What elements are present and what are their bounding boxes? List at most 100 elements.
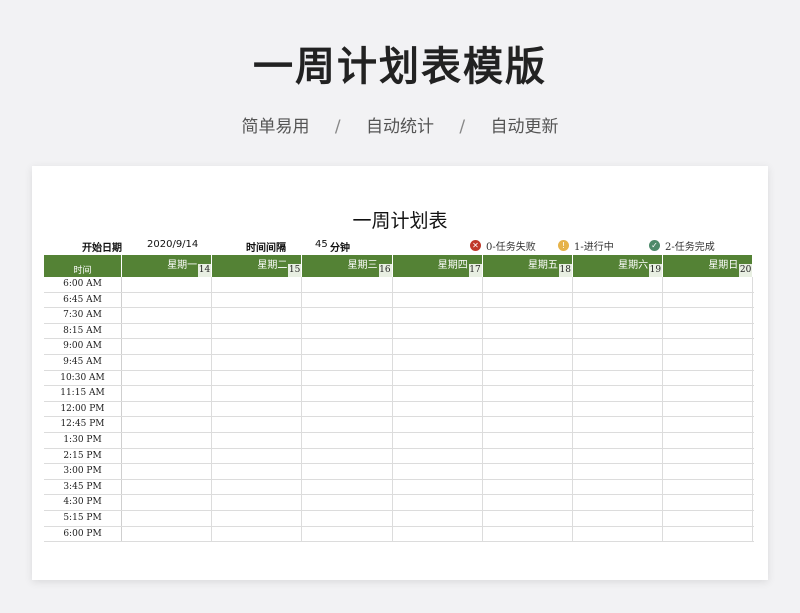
schedule-cell[interactable]: [393, 401, 483, 417]
schedule-cell[interactable]: [393, 526, 483, 542]
schedule-cell[interactable]: [302, 370, 393, 386]
schedule-cell[interactable]: [573, 479, 664, 495]
schedule-cell[interactable]: [302, 277, 393, 292]
schedule-cell[interactable]: [573, 448, 664, 464]
schedule-cell[interactable]: [122, 432, 213, 448]
schedule-cell[interactable]: [302, 510, 393, 526]
schedule-cell[interactable]: [212, 495, 303, 510]
schedule-cell[interactable]: [483, 448, 573, 464]
schedule-cell[interactable]: [483, 308, 573, 323]
schedule-cell[interactable]: [483, 277, 573, 292]
schedule-cell[interactable]: [663, 417, 754, 432]
start-date-value[interactable]: 2020/9/14: [147, 239, 198, 250]
schedule-cell[interactable]: [483, 417, 573, 432]
schedule-cell[interactable]: [302, 417, 393, 432]
schedule-cell[interactable]: [302, 292, 393, 308]
schedule-cell[interactable]: [483, 370, 573, 386]
schedule-cell[interactable]: [663, 495, 754, 510]
schedule-cell[interactable]: [212, 479, 303, 495]
schedule-cell[interactable]: [663, 479, 754, 495]
schedule-cell[interactable]: [483, 432, 573, 448]
schedule-cell[interactable]: [573, 495, 664, 510]
schedule-cell[interactable]: [212, 323, 303, 339]
interval-value[interactable]: 45: [315, 239, 328, 250]
schedule-cell[interactable]: [483, 526, 573, 542]
schedule-cell[interactable]: [573, 308, 664, 323]
schedule-cell[interactable]: [663, 386, 754, 401]
schedule-cell[interactable]: [122, 401, 213, 417]
schedule-cell[interactable]: [302, 323, 393, 339]
schedule-cell[interactable]: [302, 354, 393, 370]
schedule-cell[interactable]: [393, 417, 483, 432]
schedule-cell[interactable]: [483, 495, 573, 510]
schedule-cell[interactable]: [212, 308, 303, 323]
schedule-cell[interactable]: [212, 401, 303, 417]
schedule-cell[interactable]: [393, 386, 483, 401]
schedule-cell[interactable]: [483, 386, 573, 401]
schedule-cell[interactable]: [663, 448, 754, 464]
schedule-cell[interactable]: [393, 495, 483, 510]
schedule-cell[interactable]: [573, 401, 664, 417]
schedule-cell[interactable]: [302, 386, 393, 401]
schedule-cell[interactable]: [393, 292, 483, 308]
schedule-cell[interactable]: [122, 370, 213, 386]
schedule-cell[interactable]: [663, 354, 754, 370]
schedule-cell[interactable]: [573, 370, 664, 386]
schedule-cell[interactable]: [302, 401, 393, 417]
schedule-cell[interactable]: [122, 339, 213, 354]
schedule-cell[interactable]: [302, 464, 393, 479]
schedule-cell[interactable]: [212, 277, 303, 292]
schedule-cell[interactable]: [393, 479, 483, 495]
schedule-cell[interactable]: [573, 464, 664, 479]
schedule-cell[interactable]: [122, 510, 213, 526]
schedule-cell[interactable]: [212, 292, 303, 308]
schedule-cell[interactable]: [212, 432, 303, 448]
schedule-cell[interactable]: [122, 448, 213, 464]
schedule-cell[interactable]: [393, 510, 483, 526]
schedule-cell[interactable]: [302, 308, 393, 323]
schedule-cell[interactable]: [393, 448, 483, 464]
schedule-cell[interactable]: [663, 432, 754, 448]
schedule-cell[interactable]: [393, 308, 483, 323]
schedule-cell[interactable]: [212, 464, 303, 479]
schedule-cell[interactable]: [122, 308, 213, 323]
schedule-cell[interactable]: [212, 354, 303, 370]
schedule-cell[interactable]: [212, 526, 303, 542]
schedule-cell[interactable]: [302, 432, 393, 448]
schedule-cell[interactable]: [483, 479, 573, 495]
schedule-cell[interactable]: [122, 526, 213, 542]
schedule-cell[interactable]: [212, 386, 303, 401]
schedule-cell[interactable]: [663, 292, 754, 308]
schedule-cell[interactable]: [573, 510, 664, 526]
schedule-cell[interactable]: [212, 370, 303, 386]
schedule-cell[interactable]: [302, 495, 393, 510]
schedule-cell[interactable]: [212, 510, 303, 526]
schedule-cell[interactable]: [573, 386, 664, 401]
schedule-cell[interactable]: [302, 448, 393, 464]
schedule-cell[interactable]: [483, 354, 573, 370]
schedule-cell[interactable]: [122, 386, 213, 401]
schedule-cell[interactable]: [573, 354, 664, 370]
schedule-cell[interactable]: [483, 401, 573, 417]
schedule-cell[interactable]: [573, 526, 664, 542]
schedule-cell[interactable]: [122, 417, 213, 432]
schedule-cell[interactable]: [483, 339, 573, 354]
schedule-cell[interactable]: [122, 464, 213, 479]
schedule-cell[interactable]: [393, 339, 483, 354]
schedule-cell[interactable]: [393, 370, 483, 386]
schedule-cell[interactable]: [122, 479, 213, 495]
schedule-cell[interactable]: [573, 277, 664, 292]
schedule-cell[interactable]: [212, 448, 303, 464]
schedule-cell[interactable]: [663, 323, 754, 339]
schedule-cell[interactable]: [573, 432, 664, 448]
schedule-cell[interactable]: [212, 339, 303, 354]
schedule-cell[interactable]: [663, 510, 754, 526]
schedule-cell[interactable]: [663, 339, 754, 354]
schedule-cell[interactable]: [122, 323, 213, 339]
schedule-cell[interactable]: [663, 464, 754, 479]
schedule-cell[interactable]: [483, 323, 573, 339]
schedule-cell[interactable]: [302, 339, 393, 354]
schedule-cell[interactable]: [663, 401, 754, 417]
schedule-cell[interactable]: [393, 464, 483, 479]
schedule-cell[interactable]: [483, 510, 573, 526]
